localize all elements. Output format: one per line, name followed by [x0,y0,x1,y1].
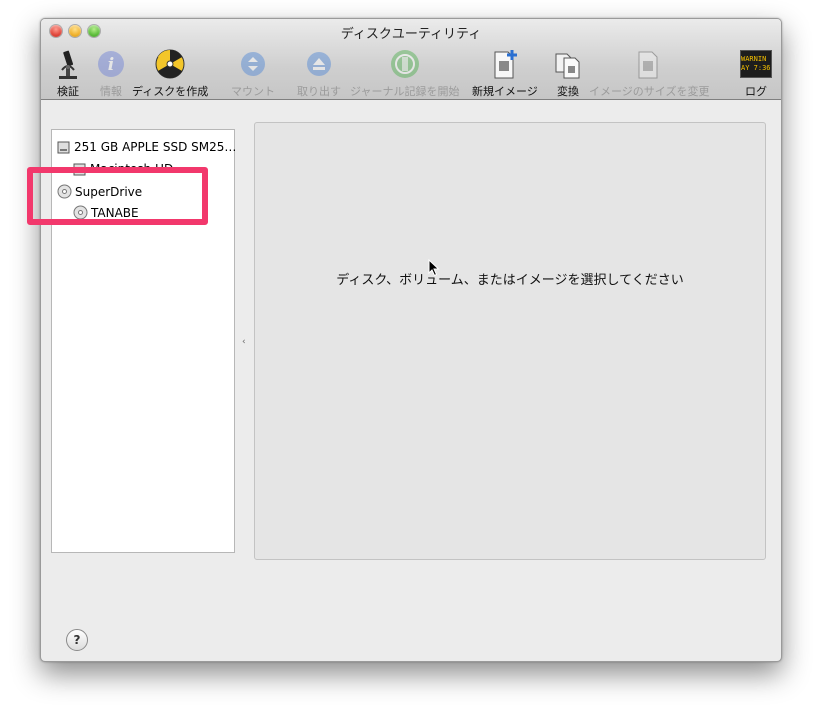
info-button[interactable]: i 情報 [94,47,128,99]
journal-button[interactable]: ジャーナル記録を開始 [350,47,459,99]
disk-label: 251 GB APPLE SSD SM25… [74,140,237,154]
svg-text:i: i [108,55,114,75]
window-title: ディスクユーティリティ [340,27,482,42]
eject-icon [302,47,336,81]
log-icon-line-2: AY 7:36 [741,64,771,72]
mouse-cursor-icon [428,258,440,281]
verify-button[interactable]: 検証 [51,47,85,99]
info-icon: i [94,47,128,81]
mount-icon [236,47,270,81]
journal-label: ジャーナル記録を開始 [350,85,460,98]
new-image-button[interactable]: 新規イメージ [472,47,538,99]
log-label: ログ [745,85,767,98]
verify-label: 検証 [57,85,79,98]
convert-icon [551,47,585,81]
microscope-icon [51,47,85,81]
burn-icon [153,47,187,81]
resize-image-label: イメージのサイズを変更 [589,85,710,98]
info-label: 情報 [100,85,122,98]
journal-icon [388,47,422,81]
convert-button[interactable]: 変換 [551,47,585,99]
convert-label: 変換 [557,85,579,98]
new-image-label: 新規イメージ [472,85,538,98]
mount-label: マウント [231,85,275,98]
detail-message: ディスク、ボリューム、またはイメージを選択してください [336,273,684,288]
disk-utility-window: ディスクユーティリティ 検証 i 情報 ディスクを作成 マウント 取り出す ジャ… [40,18,782,662]
highlight-box [27,167,208,225]
mount-button[interactable]: マウント [231,47,275,99]
eject-button[interactable]: 取り出す [297,47,341,99]
burn-button[interactable]: ディスクを作成 [132,47,208,99]
list-item-internal-disk[interactable]: 251 GB APPLE SSD SM25… [57,140,236,154]
detail-pane: ディスク、ボリューム、またはイメージを選択してください [254,122,766,560]
help-button[interactable]: ? [66,629,88,651]
toolbar: ディスクユーティリティ 検証 i 情報 ディスクを作成 マウント 取り出す ジャ… [41,19,781,100]
new-image-icon [488,47,522,81]
resize-image-icon [632,47,666,81]
burn-label: ディスクを作成 [132,85,209,98]
splitter-handle[interactable]: ‹ [242,337,246,347]
log-icon: WARNIN AY 7:36 [739,47,773,81]
log-icon-line-1: WARNIN [741,55,767,63]
internal-disk-icon [57,140,71,154]
log-button[interactable]: WARNIN AY 7:36 ログ [739,47,773,99]
eject-label: 取り出す [297,85,341,98]
resize-image-button[interactable]: イメージのサイズを変更 [589,47,709,99]
